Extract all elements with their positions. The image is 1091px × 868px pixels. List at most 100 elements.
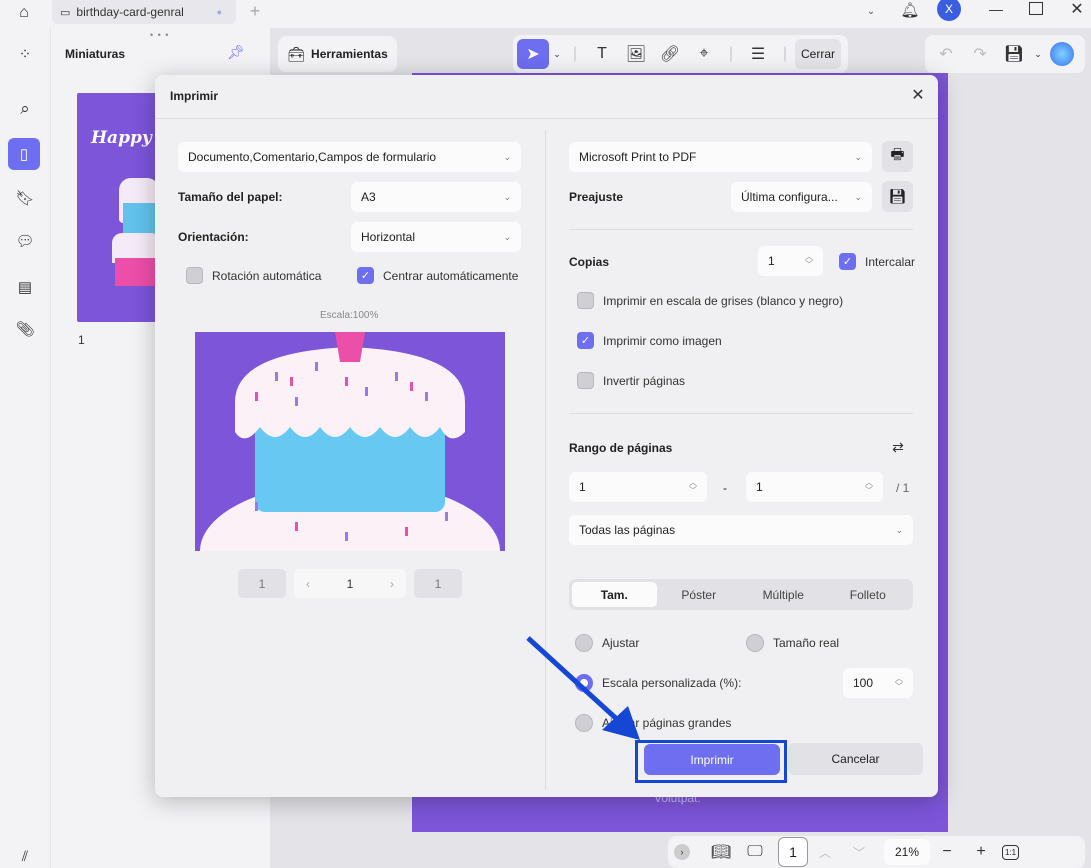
print-as-image-checkbox[interactable]: ✓ Imprimir como imagen [577,332,722,349]
auto-center-checkbox[interactable]: ✓ Centrar automáticamente [357,267,518,284]
content-select-value: Documento,Comentario,Campos de formulari… [188,150,437,164]
first-page-button[interactable]: 1 [238,569,286,598]
zoom-level[interactable]: 21% [884,839,930,865]
copies-stepper[interactable]: 1 ︿ ﹀ [758,246,823,276]
settings-sliders-icon[interactable]: ☰ [741,39,775,69]
library-icon[interactable]: ⫽ [13,846,37,866]
collate-checkbox[interactable]: ✓ Intercalar [839,253,915,270]
chevron-down-icon[interactable]: ⌄ [549,39,565,69]
expand-icon[interactable]: › [674,844,690,860]
chevron-down-icon[interactable]: ⌄ [862,2,880,20]
link-tool-icon[interactable]: 🔗︎ [653,39,687,69]
maximize-icon[interactable] [1029,2,1043,15]
printer-select[interactable]: Microsoft Print to PDF ⌄ [569,142,872,172]
auto-rotate-checkbox[interactable]: Rotación automática [186,267,321,284]
undo-icon[interactable]: ↶ [929,39,963,69]
chevron-right-icon[interactable]: › [390,577,394,591]
preview-page-navigator: ‹ 1 › [294,569,406,598]
last-page-button[interactable]: 1 [414,569,462,598]
dialog-title: Imprimir [170,89,219,103]
ai-assistant-icon[interactable] [1045,39,1079,69]
right-toolbar: ↶ ↷ 💾︎ ⌄ [925,35,1085,73]
attachment-icon[interactable]: 📎︎ [13,317,37,341]
preset-value: Última configura... [741,190,838,204]
resize-handle[interactable]: • • • [150,30,169,40]
reading-mode-icon[interactable]: 📖︎ [704,837,738,867]
stepper-arrows-icon[interactable]: ︿ ﹀ [689,479,697,495]
search-icon[interactable]: ⌕ [13,97,37,121]
chevron-down-icon: ⌄ [503,231,511,242]
chevron-left-icon[interactable]: ‹ [306,577,310,591]
check-icon: ✓ [577,332,594,349]
grid-icon[interactable]: ⁘ [13,42,37,66]
actual-size-icon[interactable]: 1:1 [1002,844,1020,860]
pin-icon[interactable]: 📌︎ [227,43,245,61]
orientation-select[interactable]: Horizontal ⌄ [351,222,521,252]
paper-size-label: Tamaño del papel: [178,190,283,204]
actual-size-radio[interactable]: Tamaño real [746,634,839,652]
tab-size[interactable]: Tam. [572,582,657,607]
close-edit-button[interactable]: Cerrar [795,39,841,69]
page-number-input[interactable]: 1 [778,837,808,867]
stepper-arrows-icon[interactable]: ︿ ﹀ [895,675,903,691]
range-to-value: 1 [756,480,763,494]
zoom-out-icon[interactable]: − [930,837,964,867]
bell-icon[interactable]: 🔔︎ [900,0,920,20]
tab-poster[interactable]: Póster [657,582,742,607]
previous-page-icon[interactable]: ︿ [808,837,842,867]
select-tool-icon[interactable]: ➤ [517,39,549,69]
save-icon[interactable]: 💾︎ [997,39,1031,69]
radio-circle [746,634,764,652]
custom-scale-stepper[interactable]: 100 ︿ ﹀ [843,668,913,698]
unsaved-dot-icon: ● [216,7,222,17]
reverse-pages-checkbox[interactable]: Invertir páginas [577,372,685,389]
home-icon[interactable]: ⌂ [12,2,36,24]
page-range-select[interactable]: Todas las páginas ⌄ [569,515,913,545]
stepper-arrows-icon[interactable]: ︿ ﹀ [805,253,813,269]
image-tool-icon[interactable]: 🖼︎ [619,39,653,69]
highlight-box [635,740,787,783]
minimize-icon[interactable]: — [986,0,1006,18]
paper-size-select[interactable]: A3 ⌄ [351,182,521,212]
thumbnails-page-icon[interactable]: ▯ [8,138,40,170]
tab-multiple[interactable]: Múltiple [741,582,826,607]
cancel-button[interactable]: Cancelar [788,743,923,775]
grayscale-label: Imprimir en escala de grises (blanco y n… [603,293,844,308]
comment-icon[interactable]: 💬︎ [13,229,37,253]
form-icon[interactable]: ▤ [13,275,37,299]
preset-select[interactable]: Última configura... ⌄ [731,182,872,212]
stepper-arrows-icon[interactable]: ︿ ﹀ [865,479,873,495]
divider [155,118,938,119]
reverse-pages-label: Invertir páginas [603,373,686,388]
range-to-stepper[interactable]: 1 ︿ ﹀ [746,472,883,502]
collate-label: Intercalar [865,254,916,269]
toolbox-icon: 🧰︎ [287,45,306,62]
chevron-down-icon[interactable]: ⌄ [1031,39,1045,69]
chevron-down-icon: ⌄ [503,191,511,202]
document-tab[interactable]: ▭ birthday-card-genral ● [52,0,236,24]
page-range-swap-icon[interactable]: ⇄ [888,437,908,457]
printer-properties-icon[interactable]: 🖶 [882,141,913,172]
tools-button[interactable]: 🧰︎ Herramientas [278,36,397,72]
page-thumbnail[interactable]: Happy [77,93,157,322]
print-preview-image [195,332,505,551]
new-tab-icon[interactable]: + [246,1,264,21]
location-tool-icon[interactable]: ⌖ [687,39,721,69]
close-icon[interactable]: ✕ [909,85,927,105]
content-select[interactable]: Documento,Comentario,Campos de formulari… [178,142,521,172]
save-preset-icon[interactable]: 💾︎ [882,181,913,212]
presentation-icon[interactable]: 🖵 [738,837,772,867]
text-tool-icon[interactable]: T [585,39,619,69]
redo-icon[interactable]: ↷ [963,39,997,69]
next-page-icon[interactable]: ﹀ [842,837,876,867]
grayscale-checkbox[interactable]: Imprimir en escala de grises (blanco y n… [577,292,843,309]
range-from-stepper[interactable]: 1 ︿ ﹀ [569,472,707,502]
bookmark-icon[interactable]: 🔖︎ [13,186,37,210]
close-window-icon[interactable]: ✕ [1068,0,1086,19]
preview-current-page[interactable]: 1 [347,577,354,591]
page-range-label: Rango de páginas [569,441,673,455]
copies-label: Copias [569,255,610,269]
tab-title: birthday-card-genral [76,5,184,19]
tab-booklet[interactable]: Folleto [826,582,911,607]
zoom-in-icon[interactable]: + [964,837,998,867]
